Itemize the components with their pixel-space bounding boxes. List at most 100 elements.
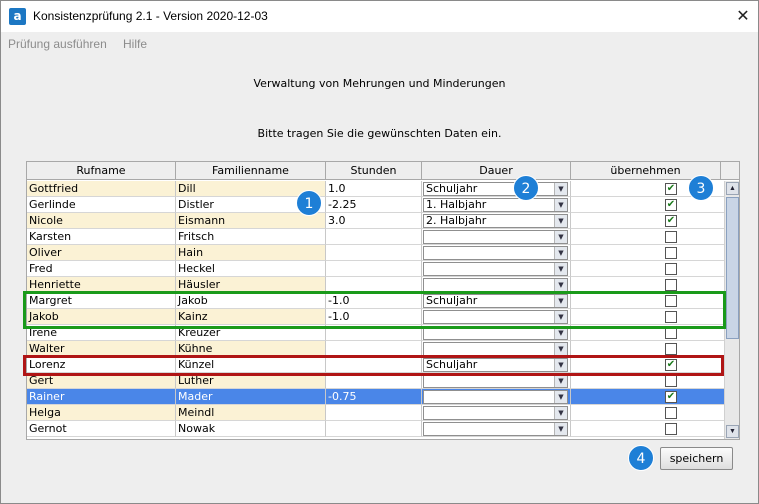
chevron-down-icon[interactable]: ▼ (554, 231, 567, 243)
cell-dauer[interactable]: Schuljahr ▼ (422, 389, 571, 405)
uebernehmen-checkbox[interactable]: ✔ (665, 183, 677, 195)
menu-item-pruefung[interactable]: Prüfung ausführen (8, 37, 107, 51)
chevron-down-icon[interactable]: ▼ (554, 423, 567, 435)
table-row[interactable]: Fred Heckel ▼ (27, 261, 724, 277)
table-row[interactable]: Helga Meindl ▼ (27, 405, 724, 421)
cell-familienname[interactable]: Heckel (176, 261, 326, 277)
uebernehmen-checkbox[interactable] (665, 263, 677, 275)
cell-uebernehmen[interactable]: ✔ (571, 213, 724, 229)
cell-familienname[interactable]: Hain (176, 245, 326, 261)
cell-dauer[interactable]: ▼ (422, 229, 571, 245)
dauer-select[interactable]: 2. Halbjahr ▼ (423, 214, 568, 228)
table-row[interactable]: Nicole Eismann 3.0 2. Halbjahr ▼ ✔ (27, 213, 724, 229)
cell-stunden[interactable] (326, 421, 422, 437)
cell-stunden[interactable]: -2.25 (326, 197, 422, 213)
chevron-down-icon[interactable]: ▼ (554, 407, 567, 419)
save-button[interactable]: speichern (660, 447, 733, 470)
dauer-select[interactable]: ▼ (423, 230, 568, 244)
cell-familienname[interactable]: Nowak (176, 421, 326, 437)
uebernehmen-checkbox[interactable] (665, 231, 677, 243)
cell-rufname[interactable]: Nicole (27, 213, 176, 229)
dauer-select[interactable]: ▼ (423, 406, 568, 420)
dauer-select[interactable]: Schuljahr ▼ (423, 182, 568, 196)
dauer-select[interactable]: ▼ (423, 262, 568, 276)
uebernehmen-checkbox[interactable] (665, 279, 677, 291)
dauer-select[interactable]: ▼ (423, 278, 568, 292)
uebernehmen-checkbox[interactable] (665, 247, 677, 259)
dauer-select[interactable]: 1. Halbjahr ▼ (423, 198, 568, 212)
cell-dauer[interactable]: ▼ (422, 405, 571, 421)
chevron-down-icon[interactable]: ▼ (554, 263, 567, 275)
column-header-dauer[interactable]: Dauer (422, 162, 571, 180)
cell-uebernehmen[interactable] (571, 405, 724, 421)
close-button[interactable]: ✕ (729, 4, 757, 28)
cell-dauer[interactable]: ▼ (422, 421, 571, 437)
cell-rufname[interactable]: Fred (27, 261, 176, 277)
arrow-up-icon[interactable]: ▲ (726, 182, 739, 195)
cell-stunden[interactable]: 3.0 (326, 213, 422, 229)
uebernehmen-checkbox[interactable] (665, 423, 677, 435)
step-badge-1: 1 (296, 190, 322, 216)
column-header-stunden[interactable]: Stunden (326, 162, 422, 180)
cell-stunden[interactable] (326, 245, 422, 261)
cell-rufname[interactable]: Karsten (27, 229, 176, 245)
cell-rufname[interactable]: Helga (27, 405, 176, 421)
cell-dauer[interactable]: ▼ (422, 261, 571, 277)
cell-rufname[interactable]: Oliver (27, 245, 176, 261)
uebernehmen-checkbox[interactable] (665, 375, 677, 387)
chevron-down-icon[interactable]: ▼ (554, 215, 567, 227)
dauer-select[interactable]: ▼ (423, 342, 568, 356)
dauer-select[interactable]: ▼ (423, 374, 568, 388)
menu-item-hilfe[interactable]: Hilfe (123, 37, 147, 51)
cell-stunden[interactable] (326, 405, 422, 421)
chevron-down-icon[interactable]: ▼ (554, 199, 567, 211)
chevron-down-icon[interactable]: ▼ (554, 183, 567, 195)
dauer-select[interactable]: Schuljahr ▼ (423, 390, 568, 404)
cell-familienname[interactable]: Fritsch (176, 229, 326, 245)
table-row[interactable]: Karsten Fritsch ▼ (27, 229, 724, 245)
uebernehmen-checkbox[interactable]: ✔ (665, 391, 677, 403)
cell-stunden[interactable] (326, 229, 422, 245)
table-row[interactable]: Gernot Nowak ▼ (27, 421, 724, 437)
cell-dauer[interactable]: ▼ (422, 245, 571, 261)
cell-rufname[interactable]: Gottfried (27, 181, 176, 197)
uebernehmen-checkbox[interactable] (665, 407, 677, 419)
table-row[interactable]: Rainer Mader -0.75 Schuljahr ▼ ✔ (27, 389, 724, 405)
column-header-rufname[interactable]: Rufname (27, 162, 176, 180)
chevron-down-icon[interactable]: ▼ (554, 247, 567, 259)
table-row[interactable]: Oliver Hain ▼ (27, 245, 724, 261)
cell-stunden[interactable]: -0.75 (326, 389, 422, 405)
highlight-box-red (23, 355, 724, 376)
chevron-down-icon[interactable]: ▼ (554, 375, 567, 387)
dauer-select[interactable]: ▼ (423, 422, 568, 436)
cell-rufname[interactable]: Gerlinde (27, 197, 176, 213)
cell-stunden[interactable]: 1.0 (326, 181, 422, 197)
uebernehmen-checkbox[interactable]: ✔ (665, 215, 677, 227)
cell-uebernehmen[interactable] (571, 245, 724, 261)
scrollbar-thumb[interactable] (726, 197, 739, 339)
cell-stunden[interactable] (326, 261, 422, 277)
column-header-familienname[interactable]: Familienname (176, 162, 326, 180)
uebernehmen-checkbox[interactable]: ✔ (665, 199, 677, 211)
cell-familienname[interactable]: Mader (176, 389, 326, 405)
chevron-down-icon[interactable]: ▼ (554, 343, 567, 355)
cell-uebernehmen[interactable]: ✔ (571, 389, 724, 405)
cell-familienname[interactable]: Meindl (176, 405, 326, 421)
vertical-scrollbar[interactable]: ▲ ▼ (724, 181, 739, 439)
cell-dauer[interactable]: 1. Halbjahr ▼ (422, 197, 571, 213)
dauer-select[interactable]: ▼ (423, 246, 568, 260)
cell-uebernehmen[interactable] (571, 229, 724, 245)
cell-rufname[interactable]: Rainer (27, 389, 176, 405)
cell-familienname[interactable]: Eismann (176, 213, 326, 229)
chevron-down-icon[interactable]: ▼ (554, 391, 567, 403)
uebernehmen-checkbox[interactable] (665, 343, 677, 355)
arrow-down-icon[interactable]: ▼ (726, 425, 739, 438)
cell-dauer[interactable]: Schuljahr ▼ (422, 181, 571, 197)
table-row[interactable]: Gottfried Dill 1.0 Schuljahr ▼ ✔ (27, 181, 724, 197)
cell-dauer[interactable]: 2. Halbjahr ▼ (422, 213, 571, 229)
chevron-down-icon[interactable]: ▼ (554, 279, 567, 291)
table-row[interactable]: Gerlinde Distler -2.25 1. Halbjahr ▼ ✔ (27, 197, 724, 213)
cell-uebernehmen[interactable] (571, 421, 724, 437)
cell-uebernehmen[interactable] (571, 261, 724, 277)
cell-rufname[interactable]: Gernot (27, 421, 176, 437)
